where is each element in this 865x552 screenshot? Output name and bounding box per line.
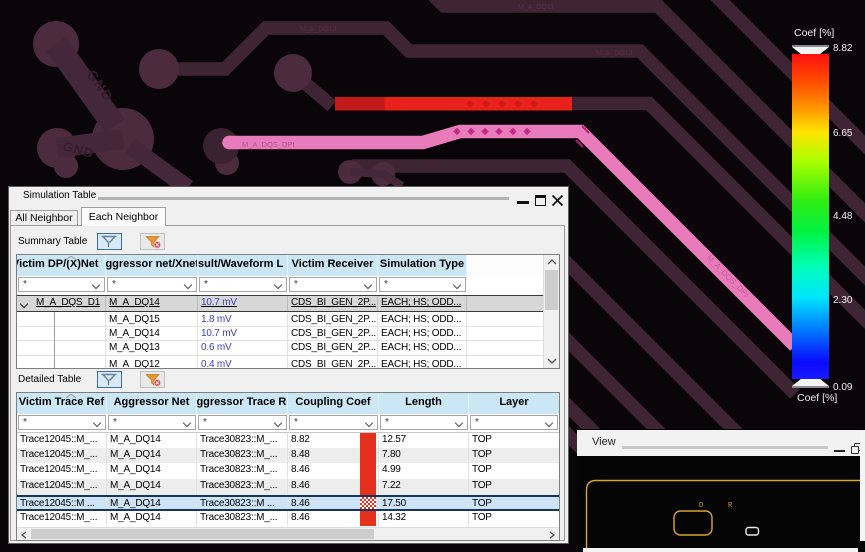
svg-text:M_A_DQ11: M_A_DQ11 [518,4,554,11]
svg-text:M_A_DQ13: M_A_DQ13 [300,26,337,33]
svg-text:M_A_DQ13: M_A_DQ13 [596,50,633,57]
svg-text:R: R [728,502,733,510]
svg-text:D: D [699,502,703,510]
svg-text:M_A_DQS_DPI: M_A_DQS_DPI [242,140,295,149]
